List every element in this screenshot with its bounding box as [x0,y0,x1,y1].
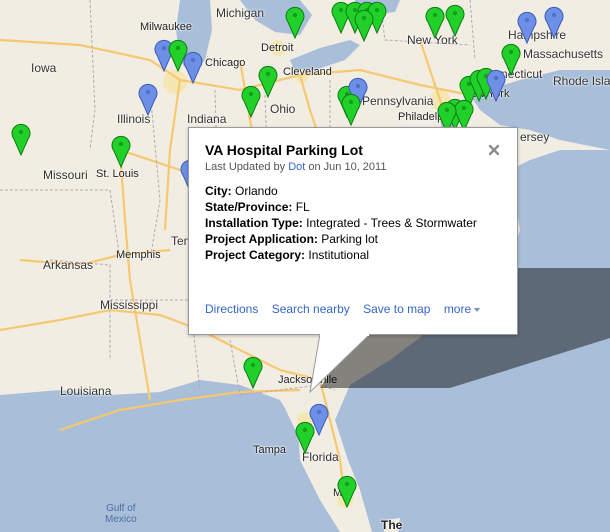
field-label: Installation Type: [205,216,303,230]
label-the-bahamas-cut: The [381,518,403,532]
label-arkansas: Arkansas [43,258,94,272]
field-value: Orlando [235,184,278,198]
label-indiana: Indiana [187,112,227,126]
map-canvas[interactable]: Michigan Milwaukee Detroit Iowa Chicago … [0,0,610,532]
label-louisiana: Louisiana [60,384,112,398]
field-label: City: [205,184,232,198]
map-marker-blue[interactable] [543,5,565,39]
map-marker-green[interactable] [240,84,262,118]
map-marker-green[interactable] [336,474,358,508]
last-updated-user-link[interactable]: Dot [288,161,305,173]
map-marker-green[interactable] [294,420,316,454]
label-memphis: Memphis [116,249,161,261]
map-marker-blue[interactable] [137,82,159,116]
search-nearby-link[interactable]: Search nearby [272,302,350,316]
map-marker-green[interactable] [444,3,466,37]
last-updated-date: on Jun 10, 2011 [308,161,387,173]
field-project-application: Project Application: Parking lot [205,231,477,247]
field-label: State/Province: [205,200,293,214]
map-marker-green[interactable] [340,92,362,126]
label-detroit: Detroit [261,42,294,54]
last-updated-prefix: Last Updated by [205,161,286,173]
field-state: State/Province: FL [205,199,477,215]
label-milwaukee: Milwaukee [140,21,192,33]
info-window-tail [309,334,370,394]
save-to-map-link[interactable]: Save to map [363,302,430,316]
label-mississippi: Mississippi [100,298,159,312]
label-chicago: Chicago [205,57,246,69]
map-marker-blue[interactable] [182,50,204,84]
chevron-down-icon [474,307,481,312]
map-marker-green[interactable] [242,355,264,389]
label-rhode-island: Rhode Isla [553,74,610,88]
info-window-fields: City: Orlando State/Province: FL Install… [205,183,477,263]
info-window-actions: Directions Search nearby Save to map mor… [205,302,490,316]
map-marker-green[interactable] [110,134,132,168]
field-label: Project Application: [205,232,318,246]
map-marker-green[interactable] [10,122,32,156]
field-value: Institutional [308,248,370,262]
more-dropdown[interactable]: more [443,302,481,316]
directions-link[interactable]: Directions [205,302,258,316]
map-marker-green[interactable] [424,5,446,39]
label-gulf-of-mexico: Gulf of Mexico [105,503,137,525]
map-marker-blue[interactable] [485,68,507,102]
field-project-category: Project Category: Institutional [205,247,477,263]
label-tampa: Tampa [253,444,287,456]
label-cleveland: Cleveland [283,66,332,78]
field-value: Parking lot [321,232,378,246]
label-new-jersey: ersey [520,130,550,144]
close-icon[interactable] [487,143,501,157]
field-label: Project Category: [205,248,306,262]
map-marker-blue[interactable] [516,10,538,44]
field-installation-type: Installation Type: Integrated - Trees & … [205,215,477,231]
last-updated: Last Updated by Dot on Jun 10, 2011 [205,161,386,173]
label-pennsylvania: Pennsylvania [362,94,434,108]
map-marker-green[interactable] [353,8,375,42]
field-value: FL [295,200,310,214]
map-marker-green[interactable] [284,5,306,39]
label-st-louis: St. Louis [96,168,139,180]
label-massachusetts: Massachusetts [523,47,604,61]
field-city: City: Orlando [205,183,477,199]
label-michigan: Michigan [216,6,265,20]
info-window: VA Hospital Parking Lot Last Updated by … [188,127,518,335]
label-iowa: Iowa [31,61,57,75]
label-missouri: Missouri [43,168,88,182]
label-ohio: Ohio [270,102,296,116]
field-value: Integrated - Trees & Stormwater [306,216,477,230]
info-window-title: VA Hospital Parking Lot [205,142,363,158]
more-label: more [443,302,472,316]
